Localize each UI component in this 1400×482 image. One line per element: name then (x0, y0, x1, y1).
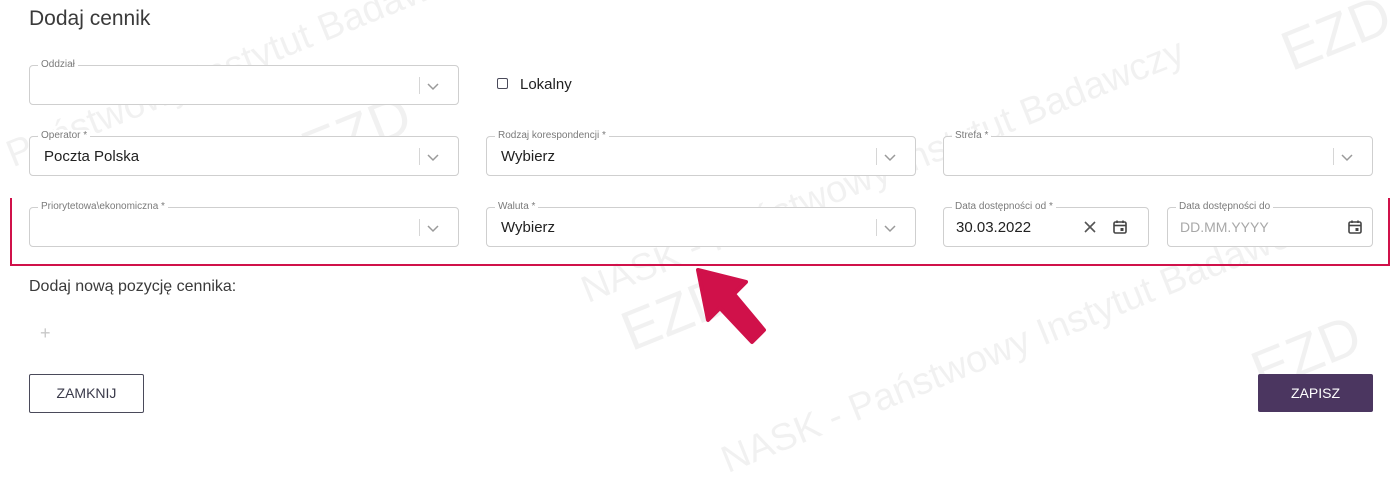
select-separator (876, 148, 877, 165)
plus-icon[interactable]: + (40, 323, 51, 344)
operator-select[interactable]: Operator * Poczta Polska (29, 130, 459, 176)
calendar-icon[interactable] (1112, 219, 1128, 235)
oddzial-label: Oddział (38, 59, 78, 71)
chevron-down-icon[interactable] (426, 221, 440, 235)
chevron-down-icon[interactable] (426, 79, 440, 93)
data-od-field[interactable]: Data dostępności od * 30.03.2022 (943, 201, 1149, 247)
select-separator (419, 77, 420, 94)
operator-label: Operator * (38, 130, 91, 142)
lokalny-checkbox[interactable] (497, 78, 508, 89)
dialog-title: Dodaj cennik (29, 7, 151, 30)
oddzial-select[interactable]: Oddział (29, 59, 459, 105)
priorytetowa-ekonomiczna-label: Priorytetowa\ekonomiczna * (38, 201, 168, 213)
select-separator (876, 219, 877, 236)
select-separator (419, 219, 420, 236)
lokalny-label[interactable]: Lokalny (520, 76, 572, 93)
data-do-label: Data dostępności do (1176, 201, 1274, 213)
strefa-select[interactable]: Strefa * (943, 130, 1373, 176)
save-button[interactable]: ZAPISZ (1258, 374, 1373, 412)
chevron-down-icon[interactable] (883, 150, 897, 164)
rodzaj-korespondencji-value: Wybierz (501, 148, 556, 165)
calendar-icon[interactable] (1347, 219, 1363, 235)
data-do-placeholder[interactable]: DD.MM.YYYY (1180, 219, 1269, 235)
waluta-value: Wybierz (501, 219, 556, 236)
waluta-label: Waluta * (495, 201, 539, 213)
select-separator (1333, 148, 1334, 165)
close-button[interactable]: ZAMKNIJ (29, 374, 144, 413)
waluta-select[interactable]: Waluta * Wybierz (486, 201, 916, 247)
data-od-value[interactable]: 30.03.2022 (956, 219, 1031, 236)
chevron-down-icon[interactable] (1340, 150, 1354, 164)
annotation-arrow-icon (690, 268, 770, 348)
watermark-logo: EZD (1272, 0, 1400, 83)
chevron-down-icon[interactable] (426, 150, 440, 164)
strefa-label: Strefa * (952, 130, 992, 142)
priorytetowa-ekonomiczna-select[interactable]: Priorytetowa\ekonomiczna * (29, 201, 459, 247)
chevron-down-icon[interactable] (883, 221, 897, 235)
close-icon[interactable] (1083, 220, 1097, 234)
rodzaj-korespondencji-select[interactable]: Rodzaj korespondencji * Wybierz (486, 130, 916, 176)
data-do-field[interactable]: Data dostępności do DD.MM.YYYY (1167, 201, 1373, 247)
rodzaj-korespondencji-label: Rodzaj korespondencji * (495, 130, 609, 142)
select-separator (419, 148, 420, 165)
operator-value: Poczta Polska (44, 148, 140, 165)
data-od-label: Data dostępności od * (952, 201, 1056, 213)
new-price-item-heading: Dodaj nową pozycję cennika: (29, 278, 237, 295)
